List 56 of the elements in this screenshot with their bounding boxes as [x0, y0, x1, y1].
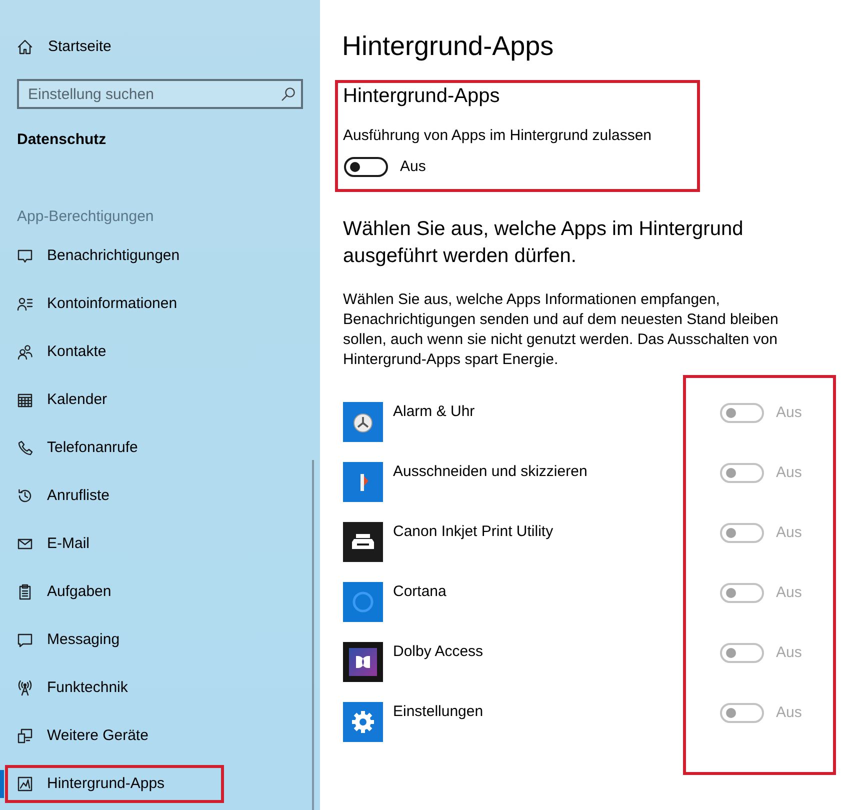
- sidebar-item[interactable]: Weitere Geräte: [0, 712, 320, 760]
- flag-icon: [343, 462, 383, 502]
- sidebar-item[interactable]: E-Mail: [0, 520, 320, 568]
- person-list-icon: [17, 296, 33, 312]
- sidebar-item[interactable]: Kontakte: [0, 328, 320, 376]
- sidebar-item[interactable]: Aufgaben: [0, 568, 320, 616]
- state-label: Aus: [776, 463, 802, 483]
- chart-icon: [17, 776, 33, 792]
- section-heading: Hintergrund-Apps: [343, 84, 500, 109]
- ring-icon: [343, 582, 383, 622]
- chat-bubble-icon: [17, 632, 33, 648]
- calendar-icon: [17, 392, 33, 408]
- page-title: Hintergrund-Apps: [342, 30, 554, 63]
- state-label: Aus: [776, 403, 802, 423]
- state-label: Aus: [400, 157, 426, 177]
- search-icon[interactable]: [281, 87, 295, 101]
- toggle-switch[interactable]: [344, 157, 388, 177]
- state-label: Aus: [776, 643, 802, 663]
- sidebar-item[interactable]: Benachrichtigungen: [0, 232, 320, 280]
- app-name: Dolby Access: [393, 642, 484, 662]
- envelope-icon: [17, 536, 33, 552]
- speech-bubble-icon: [17, 248, 33, 264]
- state-label: Aus: [776, 583, 802, 603]
- app-name: Alarm & Uhr: [393, 402, 476, 422]
- devices-icon: [17, 728, 33, 744]
- phone-icon: [17, 440, 33, 456]
- setting-label: Ausführung von Apps im Hintergrund zulassen: [343, 127, 652, 144]
- section-heading: Wählen Sie aus, welche Apps im Hintergrund ausgeführt werden dürfen.: [343, 217, 744, 269]
- sidebar-item[interactable]: Messaging: [0, 616, 320, 664]
- section-title: Datenschutz: [17, 130, 106, 150]
- sidebar-item[interactable]: Telefonanrufe: [0, 424, 320, 472]
- printer-icon: [343, 522, 383, 562]
- search-field[interactable]: Einstellung suchen: [17, 79, 303, 109]
- double-d-icon: [343, 642, 383, 682]
- app-name: Einstellungen: [393, 702, 484, 722]
- home-link[interactable]: Startseite: [0, 28, 320, 66]
- people-icon: [17, 344, 33, 360]
- sidebar-item[interactable]: Funktechnik: [0, 664, 320, 712]
- scrollbar[interactable]: [312, 460, 314, 810]
- sidebar-item[interactable]: Hintergrund-Apps: [0, 760, 320, 808]
- state-label: Aus: [776, 703, 802, 723]
- app-name: Ausschneiden und skizzieren: [393, 462, 588, 482]
- app-name: Canon Inkjet Print Utility: [393, 522, 554, 542]
- sidebar-item[interactable]: Kontoinformationen: [0, 280, 320, 328]
- app-name: Cortana: [393, 582, 448, 602]
- clock-icon: [343, 402, 383, 442]
- history-icon: [17, 488, 33, 504]
- clipboard-icon: [17, 584, 33, 600]
- sidebar-item[interactable]: Anrufliste: [0, 472, 320, 520]
- gear-icon: [343, 702, 383, 742]
- description-text: Wählen Sie aus, welche Apps Informationen empfangen, Benachrichtigungen senden und auf dem neuesten Stand bleiben sollen, auch wenn sie nicht genutzt werden. Das Ausschalten von Hintergrund-Apps spart Energie.: [343, 290, 780, 370]
- sidebar-item[interactable]: Kalender: [0, 376, 320, 424]
- antenna-icon: [17, 680, 33, 696]
- state-label: Aus: [776, 523, 802, 543]
- home-icon: [17, 39, 33, 55]
- group-heading: App-Berechtigungen: [17, 207, 154, 227]
